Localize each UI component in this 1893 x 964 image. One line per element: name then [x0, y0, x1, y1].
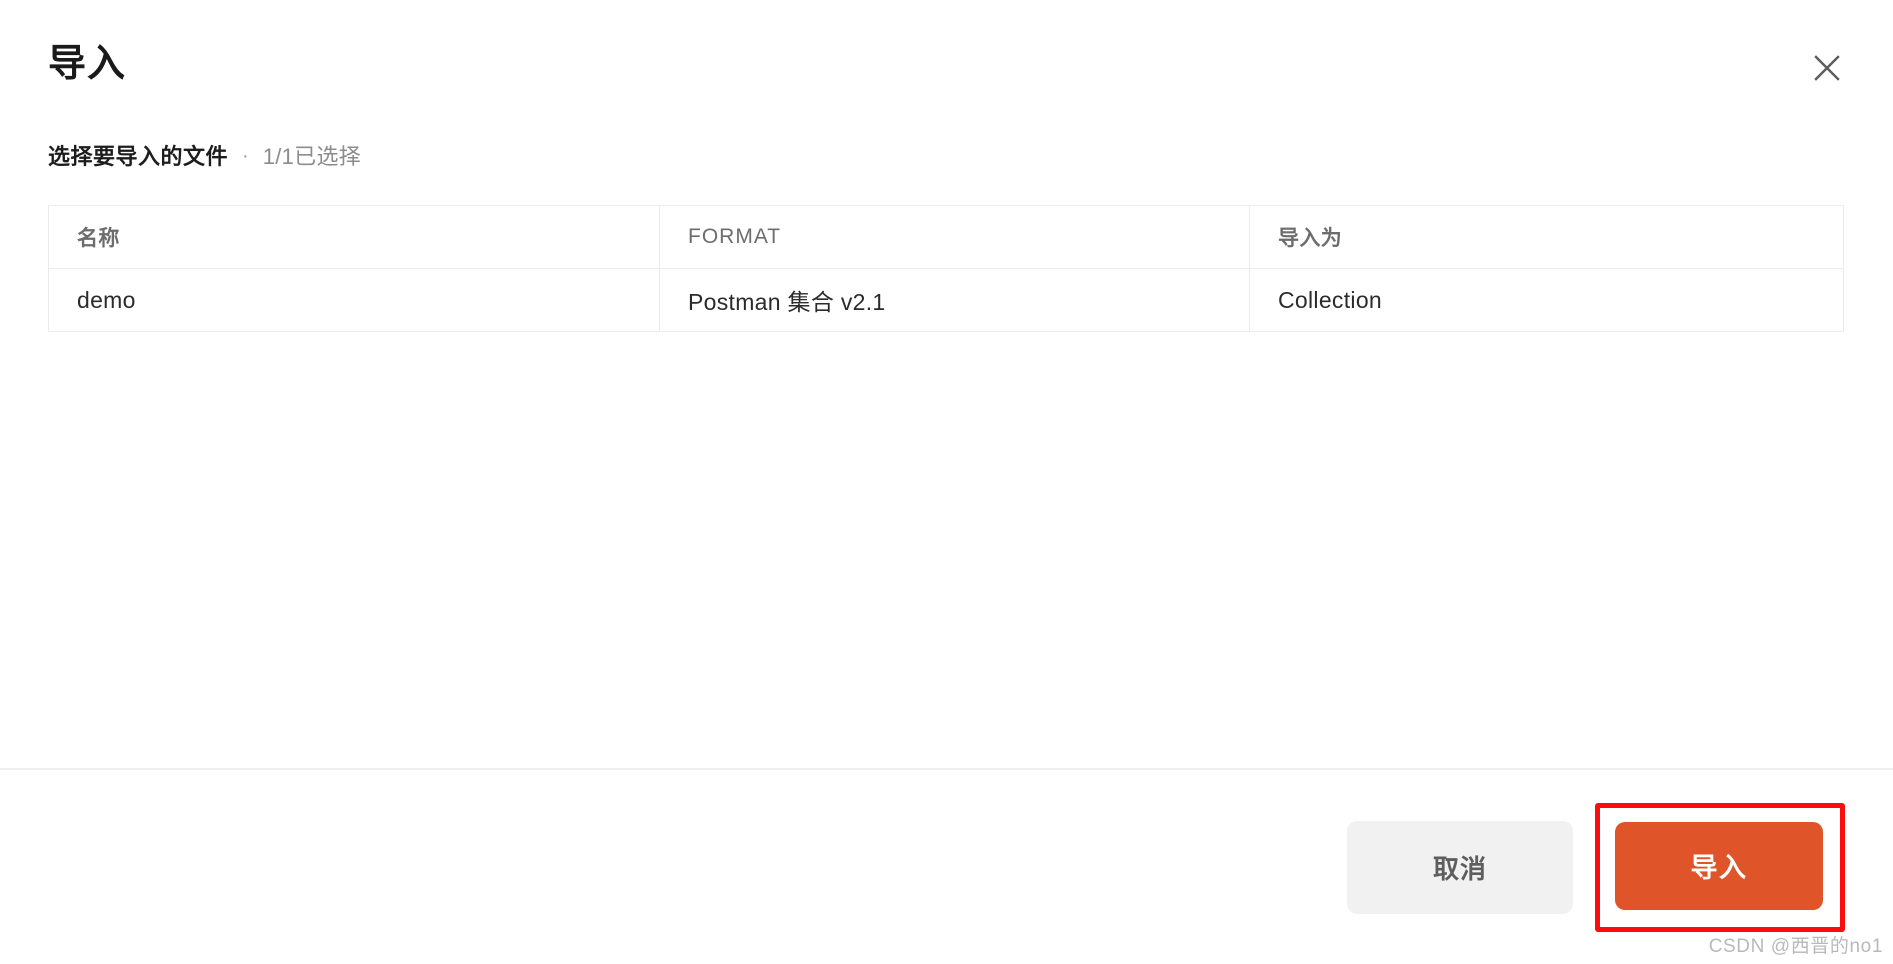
- dialog-header: 导入: [0, 0, 1893, 120]
- table-body: demo Postman 集合 v2.1 Collection: [48, 268, 1844, 332]
- cell-import-as[interactable]: Collection: [1249, 268, 1844, 332]
- close-button[interactable]: [1803, 44, 1851, 92]
- cell-file-name: demo: [48, 268, 660, 332]
- dialog-footer: 取消 导入: [0, 768, 1893, 964]
- watermark: CSDN @西晋的no1: [1708, 936, 1883, 957]
- cancel-button[interactable]: 取消: [1347, 820, 1573, 914]
- column-header-name: 名称: [48, 205, 660, 269]
- section-heading: 选择要导入的文件: [48, 144, 229, 169]
- dialog-body: 选择要导入的文件 · 1/1已选择 名称 FORMAT 导入为 demo Pos…: [0, 120, 1893, 768]
- import-button[interactable]: 导入: [1615, 821, 1823, 910]
- import-dialog: 导入 选择要导入的文件 · 1/1已选择 名称 FORMAT 导入为 demo …: [0, 0, 1893, 964]
- column-header-import-as: 导入为: [1249, 205, 1844, 269]
- import-button-wrapper: 导入: [1595, 802, 1845, 932]
- table-head: 名称 FORMAT 导入为: [48, 205, 1844, 269]
- column-header-format: FORMAT: [659, 205, 1250, 269]
- file-selection-summary: 选择要导入的文件 · 1/1已选择: [48, 139, 1845, 179]
- separator-dot: ·: [242, 145, 249, 167]
- cell-file-format: Postman 集合 v2.1: [659, 268, 1250, 332]
- close-icon: [1812, 53, 1842, 83]
- selection-count: 1/1已选择: [262, 144, 362, 169]
- table-header-row: 名称 FORMAT 导入为: [48, 205, 1844, 269]
- table-row[interactable]: demo Postman 集合 v2.1 Collection: [48, 268, 1844, 332]
- file-table: 名称 FORMAT 导入为 demo Postman 集合 v2.1 Colle…: [48, 205, 1844, 332]
- page-title: 导入: [48, 43, 127, 85]
